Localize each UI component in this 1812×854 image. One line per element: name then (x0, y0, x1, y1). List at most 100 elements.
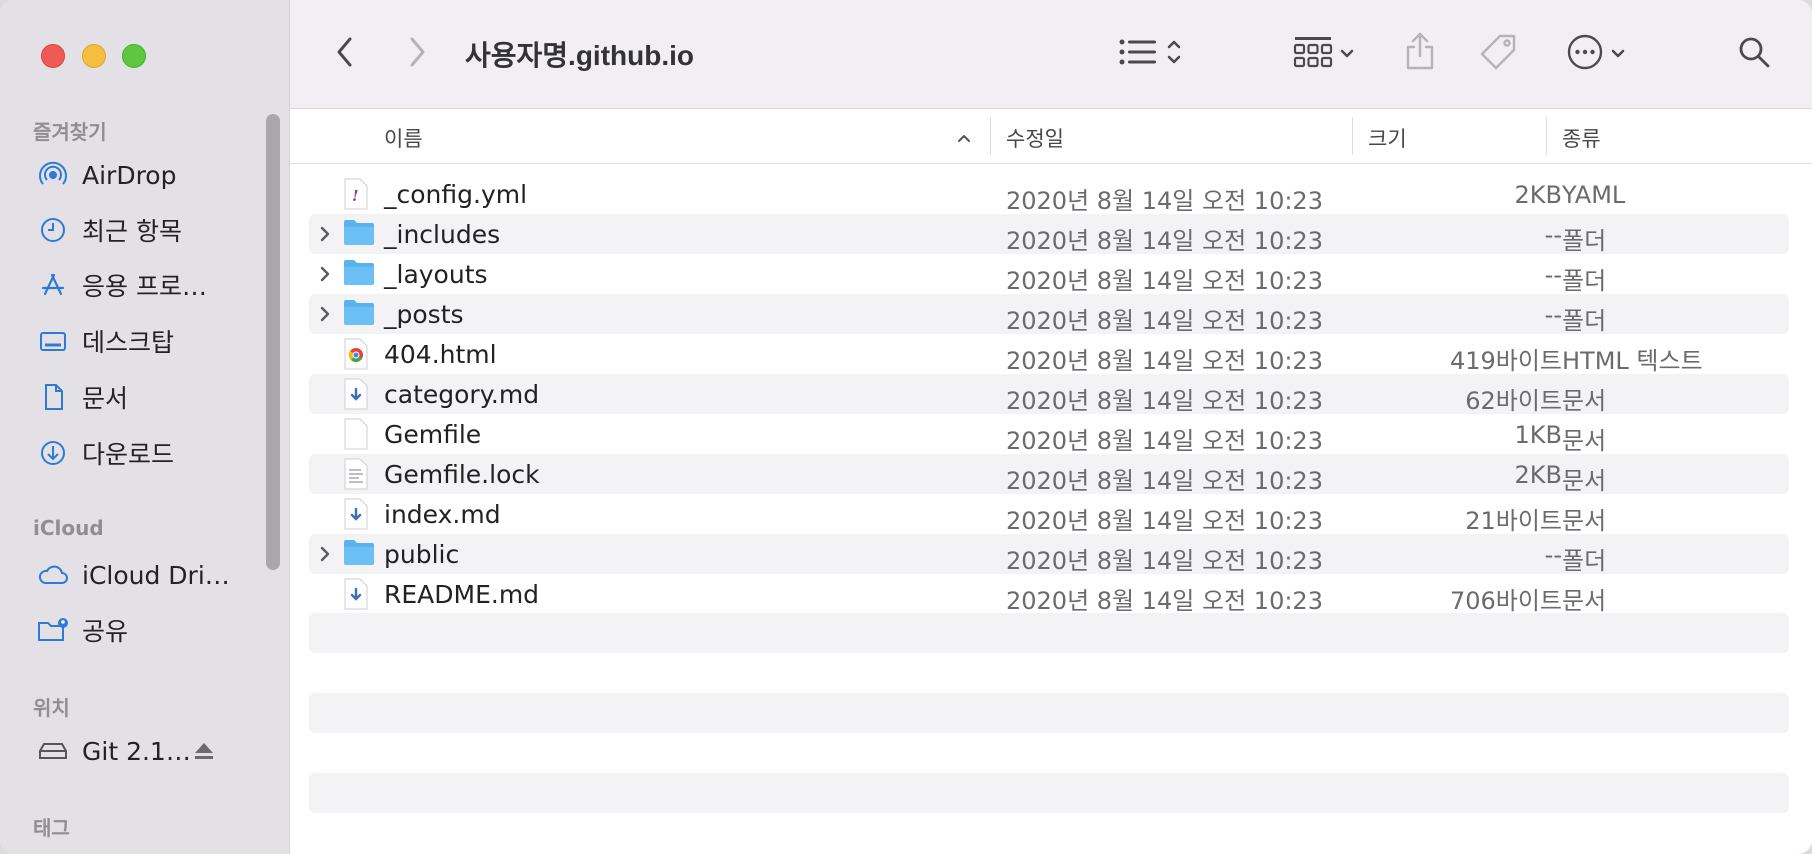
search-button[interactable] (1734, 34, 1774, 74)
tag-button[interactable] (1476, 32, 1520, 76)
empty-row (309, 693, 1789, 733)
view-options-button[interactable] (1110, 34, 1190, 74)
applications-icon (36, 268, 70, 302)
disclosure-chevron-icon[interactable] (315, 304, 335, 324)
sidebar-section-tags: 태그 (33, 816, 70, 840)
more-actions-button[interactable] (1560, 32, 1632, 76)
file-kind: 문서 (1562, 587, 1607, 615)
file-modified-date: 2020년 8월 14일 오전 10:23 (1006, 427, 1323, 455)
column-divider[interactable] (990, 117, 991, 155)
disclosure-chevron-icon[interactable] (315, 264, 335, 284)
file-name: Gemfile.lock (384, 460, 540, 489)
markdown-file-icon (343, 498, 375, 530)
sidebar-scrollbar[interactable] (266, 114, 280, 570)
chevron-left-icon (334, 36, 356, 72)
group-grid-icon (1293, 35, 1333, 73)
column-header-modified[interactable]: 수정일 (1006, 123, 1064, 153)
file-name: _layouts (384, 260, 488, 289)
sidebar-item-shared[interactable]: 공유 (36, 610, 128, 650)
eject-icon[interactable] (193, 741, 215, 765)
close-button[interactable] (41, 44, 65, 68)
markdown-file-icon (343, 578, 375, 610)
file-kind: 폴더 (1562, 227, 1607, 255)
file-size: 2KB (1514, 181, 1562, 209)
file-kind: 폴더 (1562, 307, 1607, 335)
window-title: 사용자명.github.io (465, 40, 694, 71)
sidebar-item-desktop[interactable]: 데스크탑 (36, 321, 174, 361)
zoom-button[interactable] (122, 44, 146, 68)
cloud-icon (36, 558, 70, 592)
file-name: category.md (384, 380, 540, 409)
chevron-down-icon (1610, 45, 1626, 64)
html-file-icon (343, 338, 375, 370)
file-row[interactable]: 404.html 2020년 8월 14일 오전 10:23 419바이트 HTML … (309, 334, 1789, 375)
file-size: -- (1544, 541, 1562, 569)
forward-button[interactable] (402, 36, 432, 72)
file-row[interactable]: public 2020년 8월 14일 오전 10:23 -- 폴더 (309, 534, 1789, 575)
file-modified-date: 2020년 8월 14일 오전 10:23 (1006, 307, 1323, 335)
column-header-name[interactable]: 이름 (384, 123, 423, 153)
file-row[interactable]: _layouts 2020년 8월 14일 오전 10:23 -- 폴더 (309, 254, 1789, 295)
file-size: 62바이트 (1465, 387, 1562, 415)
sidebar-item-label: AirDrop (82, 160, 177, 190)
sidebar-item-applications[interactable]: 응용 프로… (36, 265, 207, 305)
column-divider[interactable] (1352, 117, 1353, 155)
file-row[interactable]: README.md 2020년 8월 14일 오전 10:23 706바이트 문서 (309, 574, 1789, 615)
share-button[interactable] (1400, 30, 1440, 76)
sort-ascending-icon[interactable] (956, 129, 972, 148)
disclosure-chevron-icon[interactable] (315, 544, 335, 564)
file-size: 1KB (1514, 421, 1562, 449)
file-modified-date: 2020년 8월 14일 오전 10:23 (1006, 587, 1323, 615)
file-name: _includes (384, 220, 501, 249)
finder-window: 즐겨찾기 AirDrop 최근 항목 응용 프로… 데스크탑 문서 다운로드 i… (0, 0, 1812, 854)
file-size: 706바이트 (1449, 587, 1562, 615)
file-row[interactable]: category.md 2020년 8월 14일 오전 10:23 62바이트 문서 (309, 374, 1789, 415)
file-kind: 문서 (1562, 467, 1607, 495)
empty-row (309, 613, 1789, 653)
file-row[interactable]: index.md 2020년 8월 14일 오전 10:23 21바이트 문서 (309, 494, 1789, 535)
list-view-icon (1118, 37, 1158, 71)
file-row[interactable]: Gemfile.lock 2020년 8월 14일 오전 10:23 2KB 문서 (309, 454, 1789, 495)
file-row[interactable]: _includes 2020년 8월 14일 오전 10:23 -- 폴더 (309, 214, 1789, 255)
file-row[interactable]: Gemfile 2020년 8월 14일 오전 10:23 1KB 문서 (309, 414, 1789, 455)
sidebar-item-label: 문서 (82, 384, 129, 413)
column-divider[interactable] (1546, 117, 1547, 155)
file-size: -- (1544, 221, 1562, 249)
file-row[interactable]: _posts 2020년 8월 14일 오전 10:23 -- 폴더 (309, 294, 1789, 335)
group-button[interactable] (1288, 34, 1360, 74)
file-size: -- (1544, 261, 1562, 289)
airdrop-icon (36, 158, 70, 192)
sidebar-item-icloud-drive[interactable]: iCloud Dri… (36, 555, 230, 595)
back-button[interactable] (330, 36, 360, 72)
search-icon (1737, 35, 1771, 73)
folder-icon (343, 538, 375, 570)
sidebar-item-label: 데스크탑 (82, 328, 175, 357)
sidebar-item-airdrop[interactable]: AirDrop (36, 155, 176, 195)
download-icon (36, 436, 70, 470)
sidebar-item-git-disk[interactable]: Git 2.1… (36, 731, 191, 771)
file-row[interactable]: ! _config.yml 2020년 8월 14일 오전 10:23 2KB YAML (309, 174, 1789, 215)
tag-icon (1478, 32, 1518, 76)
file-modified-date: 2020년 8월 14일 오전 10:23 (1006, 467, 1323, 495)
file-modified-date: 2020년 8월 14일 오전 10:23 (1006, 227, 1323, 255)
file-kind: 문서 (1562, 507, 1607, 535)
file-modified-date: 2020년 8월 14일 오전 10:23 (1006, 507, 1323, 535)
sidebar-item-downloads[interactable]: 다운로드 (36, 433, 174, 473)
sidebar-item-label: 응용 프로… (82, 272, 207, 301)
minimize-button[interactable] (82, 44, 106, 68)
file-name: index.md (384, 500, 501, 529)
sidebar-item-label: 다운로드 (82, 440, 175, 469)
sidebar-item-documents[interactable]: 문서 (36, 377, 128, 417)
clock-icon (36, 213, 70, 247)
column-header: 이름 수정일 크기 종류 (290, 109, 1812, 164)
column-header-size[interactable]: 크기 (1368, 123, 1407, 153)
sidebar-item-recents[interactable]: 최근 항목 (36, 210, 182, 250)
text-file-icon (343, 458, 375, 490)
markdown-file-icon (343, 378, 375, 410)
file-size: -- (1544, 301, 1562, 329)
column-header-kind[interactable]: 종류 (1562, 123, 1601, 153)
disclosure-chevron-icon[interactable] (315, 224, 335, 244)
empty-row (309, 773, 1789, 813)
blank-file-icon (343, 418, 375, 450)
sidebar-section-locations: 위치 (33, 696, 70, 720)
